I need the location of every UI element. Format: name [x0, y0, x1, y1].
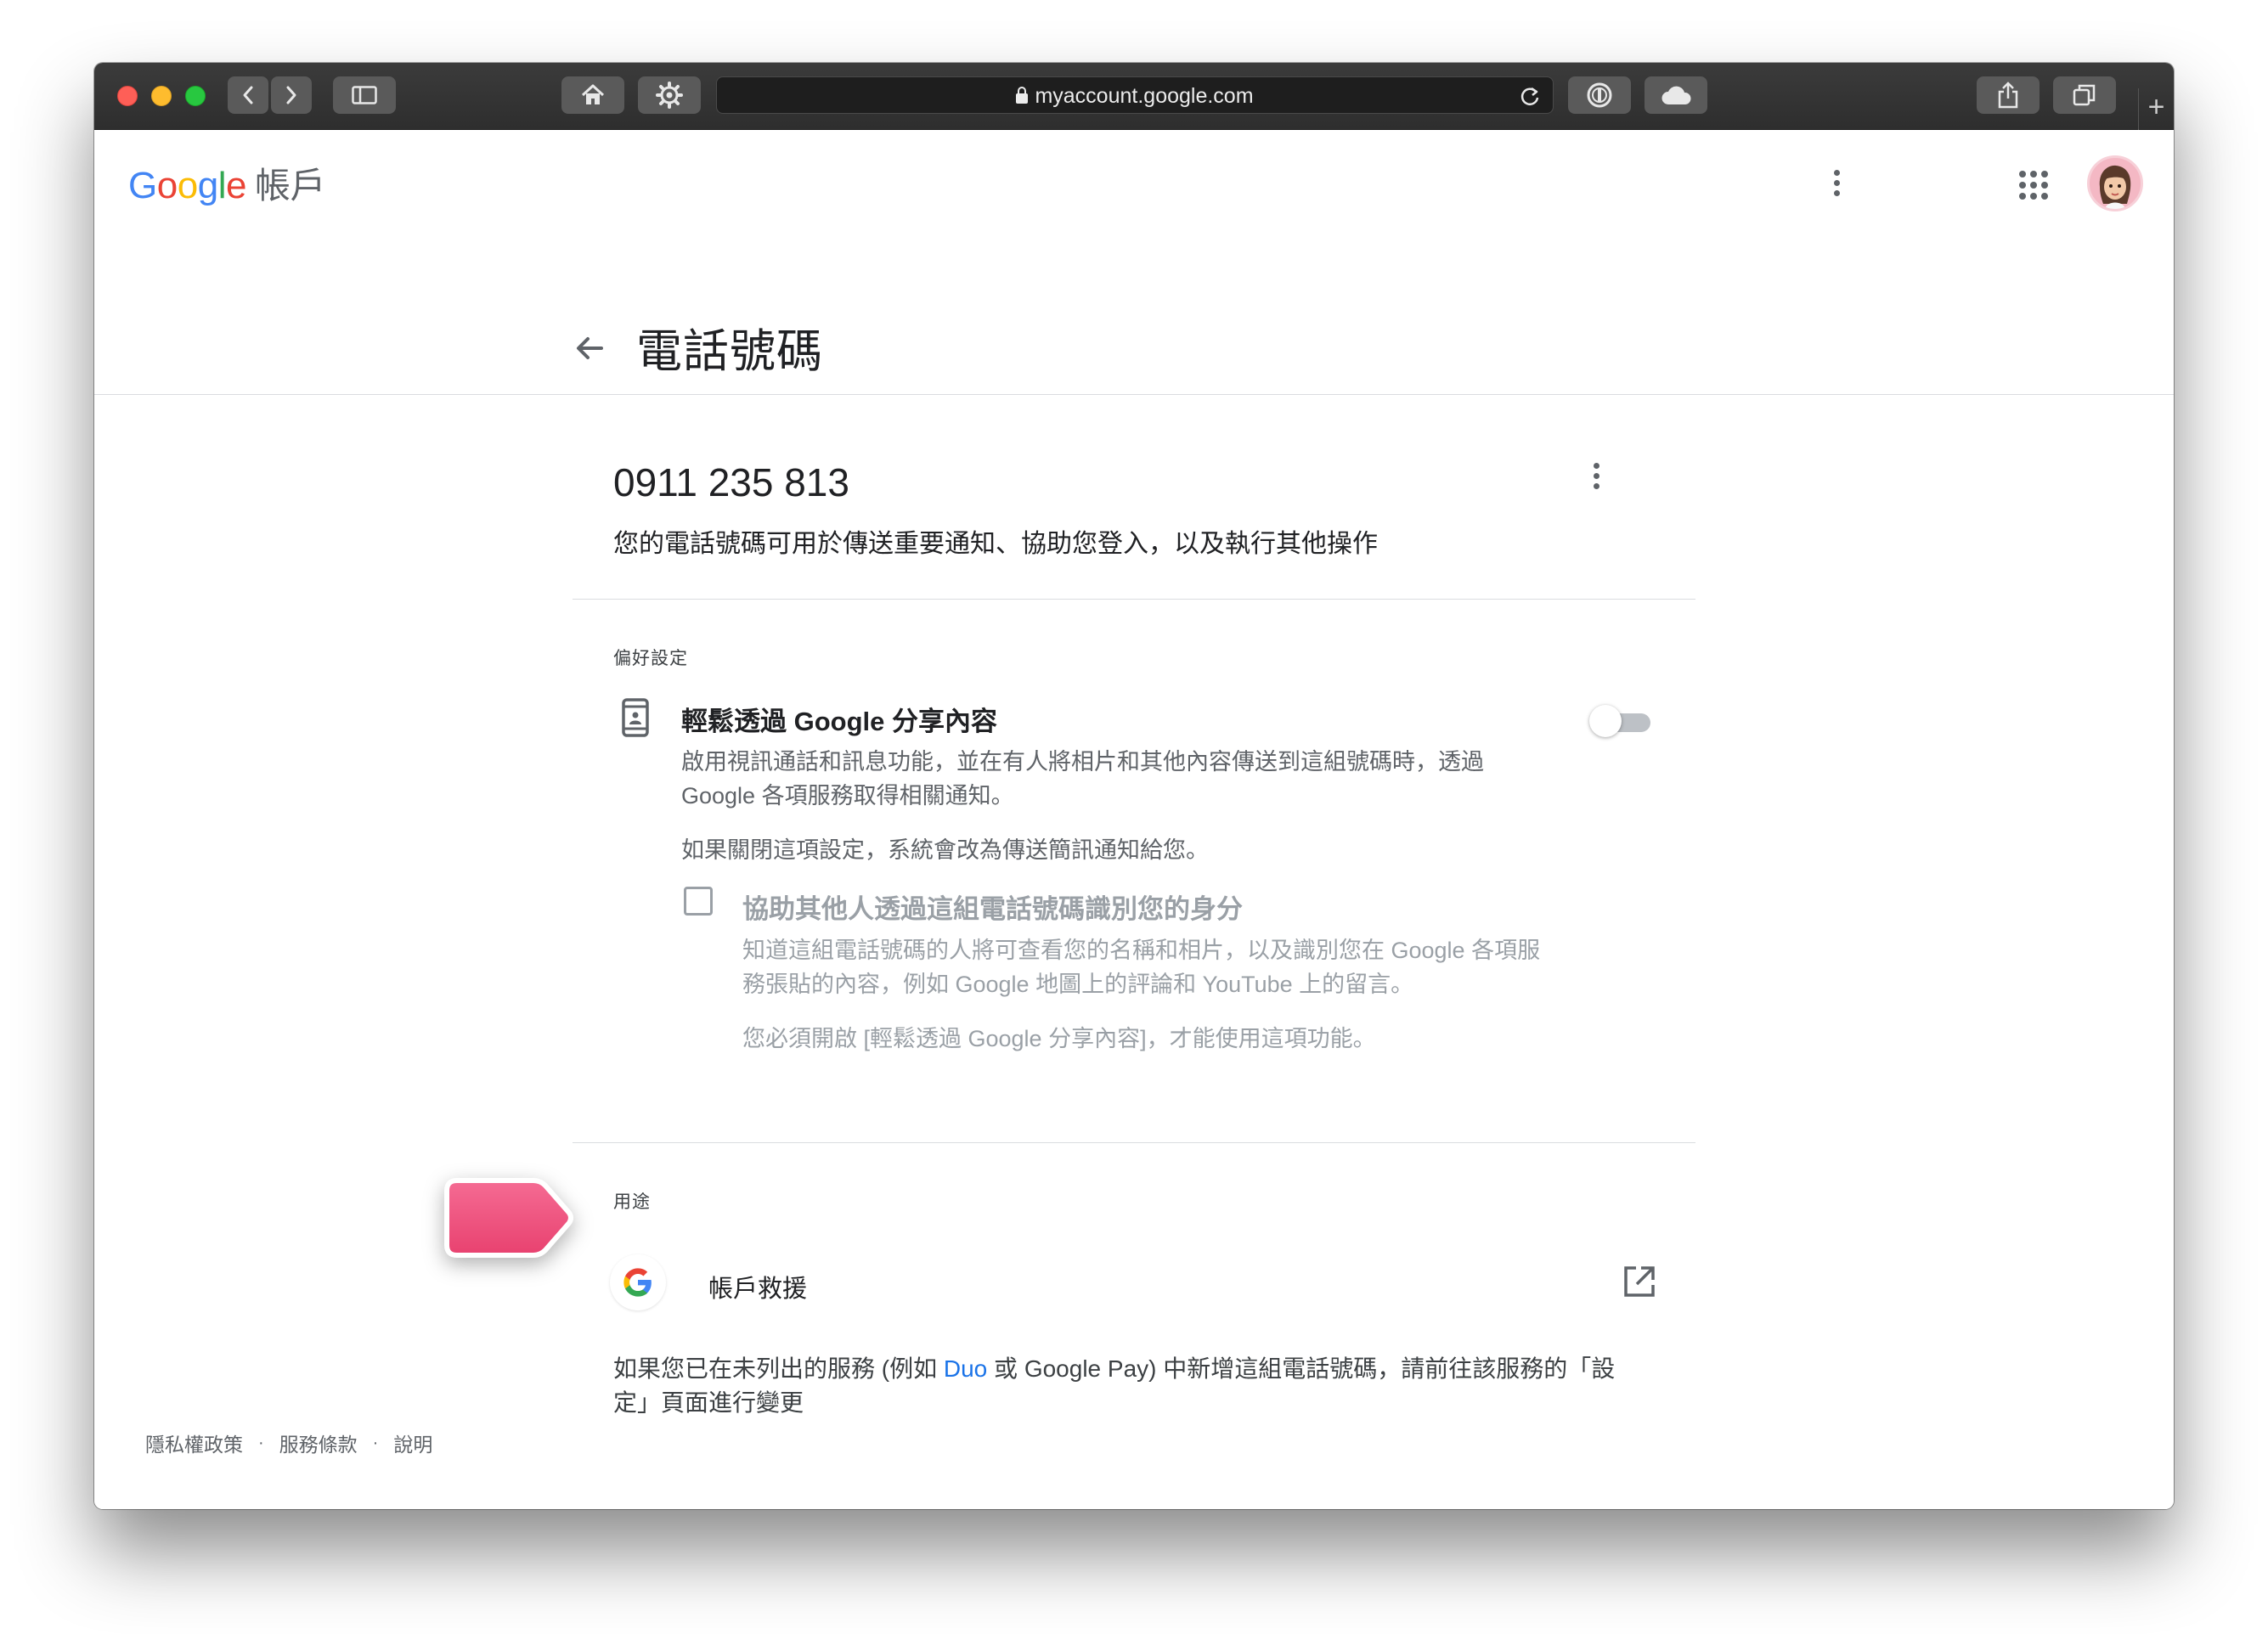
google-g-icon: [623, 1268, 652, 1297]
duo-link[interactable]: Duo: [944, 1355, 987, 1382]
more-options-button[interactable]: [1834, 170, 1840, 196]
address-url: myaccount.google.com: [1035, 84, 1254, 108]
account-recovery-item[interactable]: 帳戶救援: [708, 1269, 807, 1304]
zoom-window-button[interactable]: [185, 86, 206, 106]
phone-number: 0911 235 813: [613, 460, 849, 504]
password-manager-button[interactable]: [1568, 76, 1631, 114]
cloud-icon: [1662, 86, 1691, 104]
section-divider: [573, 1142, 1695, 1143]
share-setting-description: 啟用視訊通話和訊息功能，並在有人將相片和其他內容傳送到這組號碼時，透過 Goog…: [681, 749, 1484, 809]
other-services-note: 如果您已在未列出的服務 (例如 Duo 或 Google Pay) 中新增這組電…: [613, 1355, 1616, 1416]
google-g-logo: [610, 1254, 666, 1310]
settings-extension-button[interactable]: [638, 76, 701, 114]
identify-me-checkbox[interactable]: [684, 887, 713, 916]
identify-me-title: 協助其他人透過這組電話號碼識別您的身分: [742, 894, 1243, 924]
sidebar-button[interactable]: [333, 76, 396, 114]
home-button[interactable]: [561, 76, 624, 114]
chevron-right-icon: [286, 86, 296, 104]
logo-suffix: 帳戶: [254, 166, 326, 206]
address-bar[interactable]: myaccount.google.com: [716, 76, 1554, 114]
share-setting-title: 輕鬆透過 Google 分享內容: [681, 707, 997, 736]
password-manager-icon: [1587, 82, 1612, 108]
back-button[interactable]: [228, 76, 268, 114]
home-icon: [581, 84, 605, 104]
usage-section-label: 用途: [613, 1192, 651, 1212]
pointer-tag-icon: [444, 1178, 573, 1258]
minimize-window-button[interactable]: [151, 86, 172, 106]
share-icon: [1998, 82, 2018, 109]
phone-more-options-button[interactable]: [1594, 463, 1599, 489]
open-in-new-icon[interactable]: [1622, 1265, 1656, 1299]
tabs-icon: [2073, 84, 2096, 106]
preferences-section-label: 偏好設定: [613, 649, 688, 668]
sidebar-icon: [352, 86, 377, 104]
tabs-overview-button[interactable]: [2053, 76, 2116, 114]
browser-toolbar: myaccount.google.com +: [94, 63, 2174, 130]
cloud-button[interactable]: [1645, 76, 1707, 114]
google-account-logo[interactable]: Google 帳戶: [128, 157, 325, 209]
share-button[interactable]: [1977, 76, 2040, 114]
back-arrow-icon[interactable]: [573, 333, 610, 363]
web-page: Google 帳戶 電話號碼 0911 235 813 您的電話號碼可用於傳送重…: [94, 130, 2174, 1509]
footer: 隱私權政策 · 服務條款 · 說明: [145, 1428, 432, 1457]
memoji-avatar-icon: [2099, 165, 2131, 209]
share-setting-note: 如果關閉這項設定，系統會改為傳送簡訊通知給您。: [681, 837, 1209, 863]
apps-grid-icon[interactable]: [2019, 171, 2048, 200]
lock-icon: [1016, 87, 1029, 104]
browser-window: myaccount.google.com + Google 帳戶 電話號碼 09…: [94, 63, 2174, 1509]
gear-icon: [656, 82, 683, 109]
page-title: 電話號碼: [636, 326, 823, 377]
identify-me-description: 知道這組電話號碼的人將可查看您的名稱和相片，以及識別您在 Google 各項服 …: [742, 933, 1609, 1056]
help-link[interactable]: 說明: [393, 1428, 432, 1457]
chevron-left-icon: [243, 86, 253, 104]
avatar[interactable]: [2087, 155, 2143, 211]
terms-link[interactable]: 服務條款: [279, 1428, 358, 1457]
new-tab-button[interactable]: +: [2138, 88, 2174, 130]
footer-separator: ·: [258, 1433, 264, 1452]
reload-icon[interactable]: [1519, 85, 1541, 107]
close-window-button[interactable]: [117, 86, 138, 106]
identify-me-note: 您必須開啟 [輕鬆透過 Google 分享內容]，才能使用這項功能。: [742, 1026, 1376, 1051]
footer-separator: ·: [372, 1433, 379, 1452]
screenshot-stage: myaccount.google.com + Google 帳戶 電話號碼 09…: [0, 0, 2268, 1634]
header-divider: [94, 394, 2174, 395]
share-setting-toggle[interactable]: [1589, 703, 1654, 737]
phone-description: 您的電話號碼可用於傳送重要通知、協助您登入，以及執行其他操作: [613, 530, 1378, 558]
phone-share-icon: [622, 698, 649, 737]
privacy-policy-link[interactable]: 隱私權政策: [145, 1428, 243, 1457]
section-divider: [573, 599, 1695, 600]
forward-button[interactable]: [271, 76, 312, 114]
